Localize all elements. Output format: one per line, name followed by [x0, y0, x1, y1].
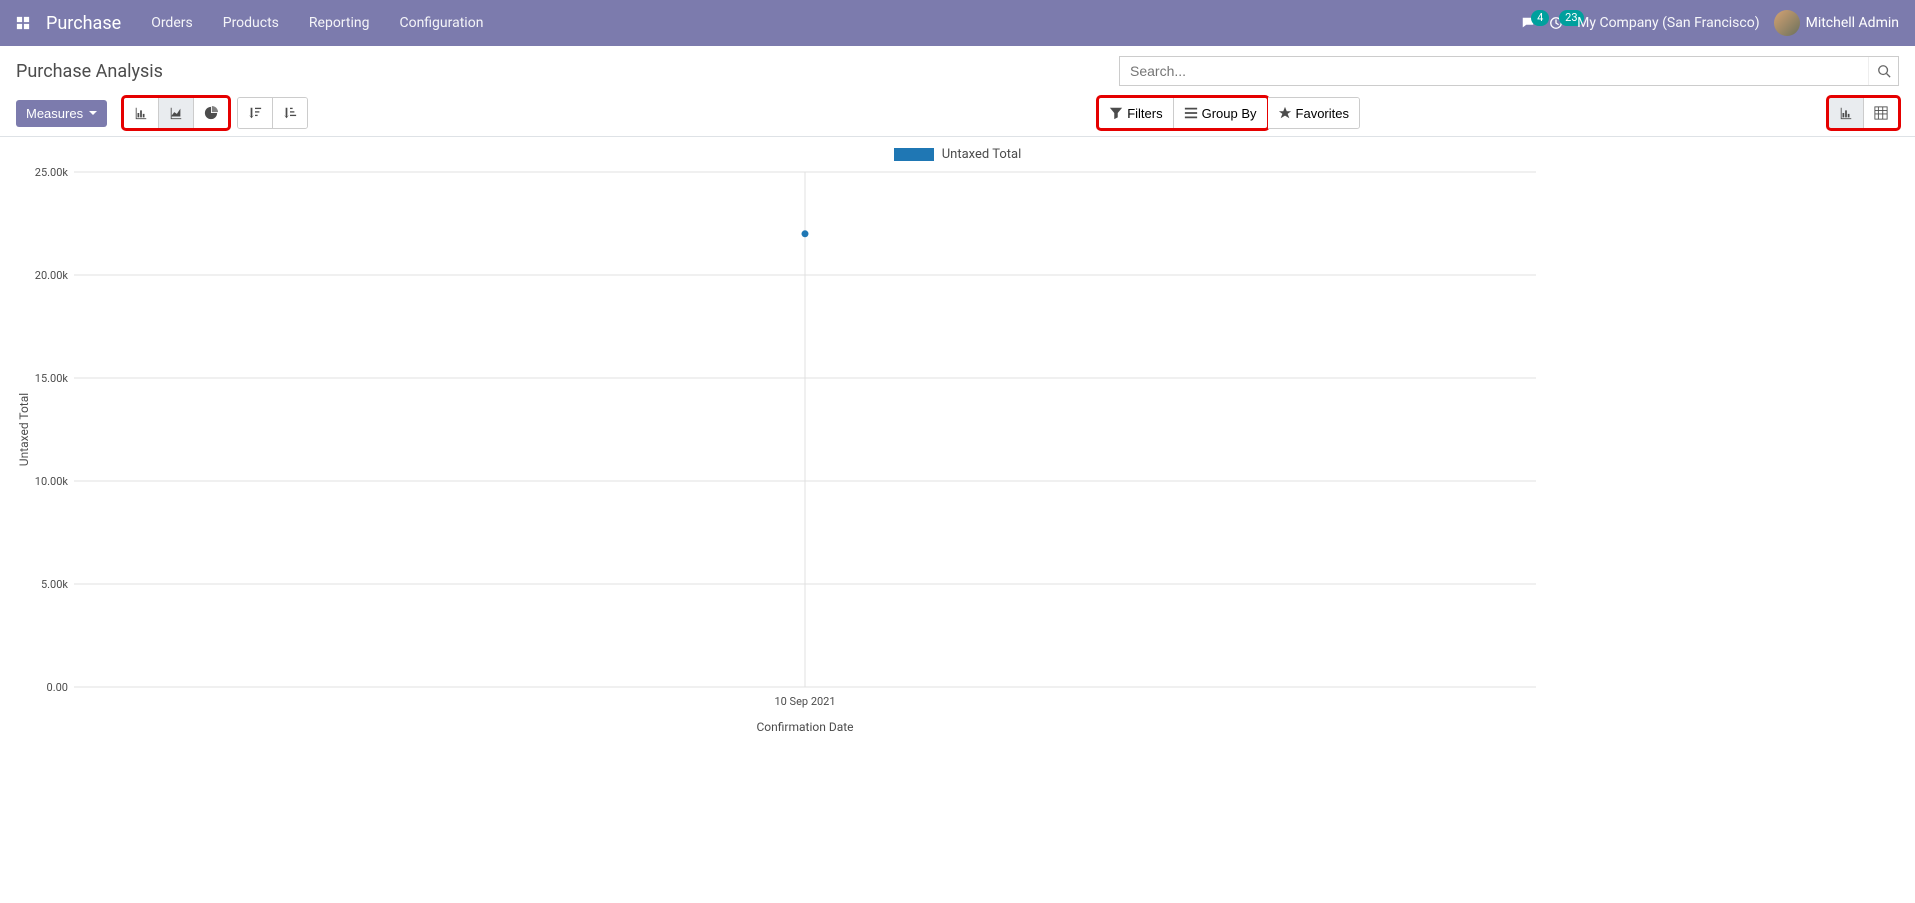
page-title: Purchase Analysis	[16, 61, 163, 82]
discuss-button[interactable]: 4	[1521, 16, 1535, 30]
line-chart-button[interactable]	[159, 98, 194, 128]
activity-button[interactable]: 23	[1549, 16, 1563, 30]
chart-type-group	[123, 97, 229, 129]
caret-down-icon	[89, 111, 97, 115]
nav-menu-products[interactable]: Products	[223, 15, 279, 31]
svg-text:20.00k: 20.00k	[35, 269, 69, 282]
view-switcher	[1828, 97, 1899, 129]
legend-label: Untaxed Total	[942, 147, 1021, 162]
nav-menu-configuration[interactable]: Configuration	[399, 15, 483, 31]
user-name: Mitchell Admin	[1806, 15, 1899, 31]
svg-text:15.00k: 15.00k	[35, 372, 69, 385]
nav-menu: Orders Products Reporting Configuration	[151, 15, 483, 31]
search-view	[1119, 56, 1899, 86]
svg-text:25.00k: 25.00k	[35, 167, 69, 179]
search-options-group: Filters Group By	[1098, 97, 1267, 129]
pie-chart-button[interactable]	[194, 98, 228, 128]
control-panel: Purchase Analysis Measures	[0, 46, 1915, 137]
legend-item[interactable]: Untaxed Total	[894, 147, 1021, 162]
nav-menu-orders[interactable]: Orders	[151, 15, 193, 31]
sort-desc-button[interactable]	[238, 98, 273, 128]
favorites-button[interactable]: Favorites	[1268, 98, 1359, 128]
measures-label: Measures	[26, 106, 83, 121]
bar-chart-button[interactable]	[124, 98, 159, 128]
chart-plot: 0.00 5.00k 10.00k 15.00k 20.00k 25.00k Untaxed…	[16, 167, 1899, 741]
search-input[interactable]	[1120, 57, 1868, 85]
discuss-badge: 4	[1531, 10, 1549, 26]
legend-swatch	[894, 148, 934, 161]
filters-button[interactable]: Filters	[1099, 98, 1173, 128]
groupby-label: Group By	[1202, 106, 1257, 121]
top-navbar: Purchase Orders Products Reporting Confi…	[0, 0, 1915, 46]
svg-text:Untaxed Total: Untaxed Total	[17, 393, 31, 466]
svg-text:10.00k: 10.00k	[35, 475, 69, 488]
graph-view-button[interactable]	[1829, 98, 1864, 128]
apps-icon[interactable]	[16, 16, 30, 30]
favorites-group: Favorites	[1268, 97, 1360, 129]
search-icon[interactable]	[1868, 57, 1898, 85]
svg-text:0.00: 0.00	[47, 681, 68, 694]
avatar	[1774, 10, 1800, 36]
filters-label: Filters	[1127, 106, 1162, 121]
chart-legend: Untaxed Total	[16, 147, 1899, 165]
groupby-button[interactable]: Group By	[1174, 98, 1267, 128]
app-brand[interactable]: Purchase	[46, 13, 121, 34]
nav-menu-reporting[interactable]: Reporting	[309, 15, 370, 31]
nav-right: 4 23 My Company (San Francisco) Mitchell…	[1521, 10, 1899, 36]
user-menu[interactable]: Mitchell Admin	[1774, 10, 1899, 36]
svg-text:10 Sep 2021: 10 Sep 2021	[774, 695, 835, 708]
svg-text:5.00k: 5.00k	[41, 578, 68, 591]
chart-container: Untaxed Total 0.00 5.00k 10.00k 15.00k 20.00…	[0, 137, 1915, 745]
svg-text:Confirmation Date: Confirmation Date	[756, 720, 853, 734]
sort-asc-button[interactable]	[273, 98, 307, 128]
pivot-view-button[interactable]	[1864, 98, 1898, 128]
favorites-label: Favorites	[1296, 106, 1349, 121]
measures-button[interactable]: Measures	[16, 100, 107, 127]
company-selector[interactable]: My Company (San Francisco)	[1577, 15, 1759, 31]
sort-group	[237, 97, 308, 129]
